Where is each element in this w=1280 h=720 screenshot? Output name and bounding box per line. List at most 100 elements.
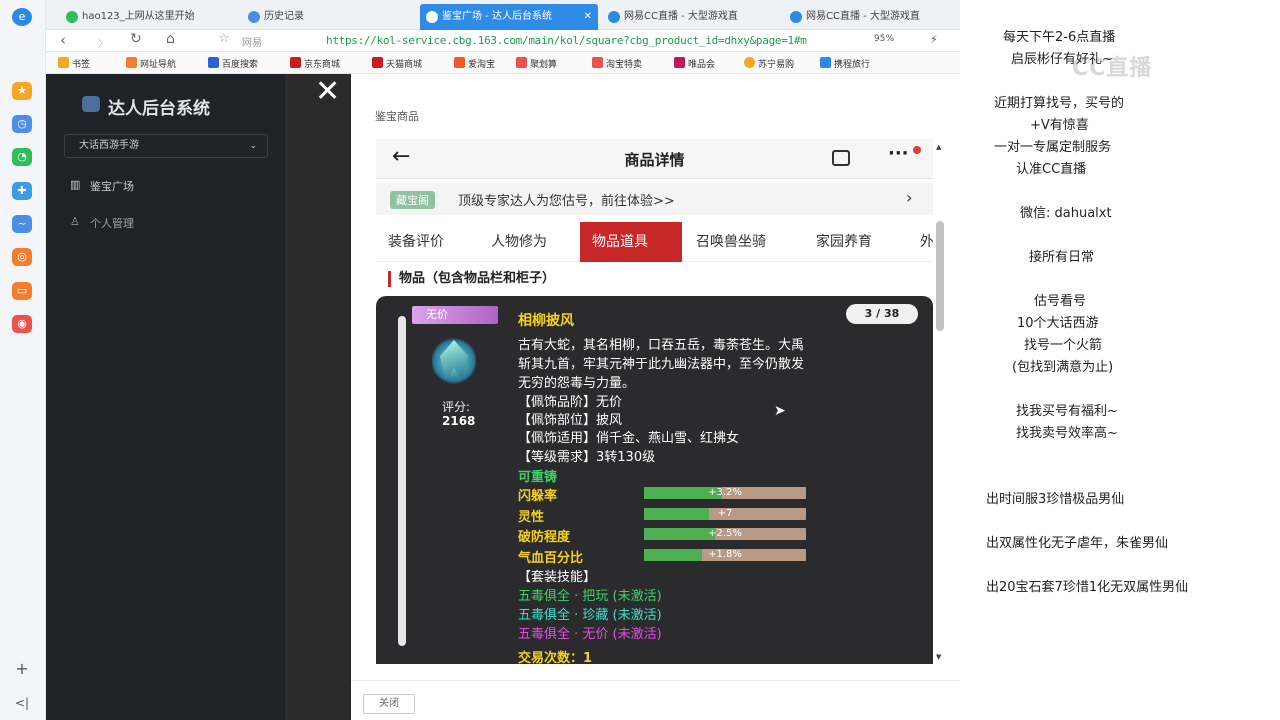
stream-line: (包找到满意为止) bbox=[1012, 360, 1114, 375]
bookmark-item[interactable]: 百度搜索 bbox=[208, 57, 258, 70]
item-name: 相柳披风 bbox=[518, 313, 574, 329]
weibo-icon[interactable]: ~ bbox=[12, 215, 32, 233]
stream-line: 启辰彬仔有好礼~ bbox=[1011, 52, 1113, 67]
stream-line: 出双属性化无子虐年，朱雀男仙 bbox=[986, 536, 1169, 551]
tab-cc-live-2[interactable]: 网易CC直播 - 大型游戏直 bbox=[784, 4, 954, 30]
scroll-down-icon[interactable]: ▼ bbox=[936, 653, 941, 661]
stream-line: 找号一个火箭 bbox=[1024, 338, 1103, 353]
favorites-icon[interactable]: ★ bbox=[12, 82, 32, 100]
bookmark-item[interactable]: 书签 bbox=[58, 57, 90, 70]
mouse-cursor: ➤ bbox=[774, 403, 786, 419]
bookmark-item[interactable]: 携程旅行 bbox=[820, 57, 870, 70]
stream-line: 认准CC直播 bbox=[1016, 162, 1087, 177]
history-icon[interactable]: ◷ bbox=[12, 115, 32, 133]
section-title: 物品（包含物品栏和柜子） bbox=[388, 271, 555, 287]
close-tab-icon[interactable]: ✕ bbox=[584, 4, 592, 30]
trade-count: 交易次数：1 bbox=[518, 651, 593, 664]
stream-line: 找我卖号效率高~ bbox=[1016, 426, 1118, 441]
tab-cc-live-1[interactable]: 网易CC直播 - 大型游戏直 bbox=[602, 4, 772, 30]
item-card: 无价 评分: 2168 相柳披风 3 / 38 古有大蛇，其名相柳，口吞五岳，毒… bbox=[376, 296, 933, 664]
back-icon[interactable]: ‹ bbox=[60, 31, 66, 49]
hao123-icon bbox=[66, 11, 78, 23]
browser-logo-icon[interactable]: e bbox=[12, 8, 32, 26]
games-icon[interactable]: ✚ bbox=[12, 182, 32, 200]
stream-line: 出时间服3珍惜极品男仙 bbox=[986, 492, 1125, 507]
tab-cultivation[interactable]: 人物修为 bbox=[479, 222, 559, 262]
item-counter: 3 / 38 bbox=[846, 304, 918, 324]
game-select-value: 大话西游手游 bbox=[79, 140, 139, 151]
item-desc-line: 古有大蛇，其名相柳，口吞五岳，毒荼苍生。大禹 bbox=[518, 338, 805, 353]
bookmark-item[interactable]: 聚划算 bbox=[516, 57, 557, 70]
refresh-icon[interactable]: ↻ bbox=[130, 31, 142, 47]
tab-pets[interactable]: 召唤兽坐骑 bbox=[684, 222, 778, 262]
attr-value: +3.2% bbox=[708, 487, 742, 498]
stream-line: 近期打算找号，买号的 bbox=[994, 96, 1125, 111]
card-scrollbar[interactable] bbox=[398, 316, 406, 646]
bookmark-item[interactable]: 唯品会 bbox=[674, 57, 715, 70]
scroll-thumb[interactable] bbox=[936, 221, 944, 331]
address-bar: ‹ 〉 ↻ ⌂ ☆ 网易 https://kol-service.cbg.163… bbox=[46, 30, 960, 52]
collapse-icon[interactable]: <| bbox=[12, 694, 32, 712]
attr-bar: +3.2% bbox=[644, 487, 806, 499]
lightning-icon[interactable]: ⚡ bbox=[930, 33, 938, 46]
sidebar-item-square[interactable]: ▥ 鉴宝广场 bbox=[70, 178, 134, 194]
attr-name: 灵性 bbox=[518, 510, 545, 525]
promo-badge: 藏宝阁 bbox=[390, 191, 435, 209]
tab-kol-square[interactable]: 鉴宝广场 - 达人后台系统 ✕ bbox=[420, 4, 598, 30]
tab-label: 网易CC直播 - 大型游戏直 bbox=[806, 11, 920, 22]
more-icon[interactable]: ··· bbox=[888, 143, 909, 164]
tab-history[interactable]: 历史记录 bbox=[242, 4, 402, 30]
set-skill-3: 五毒俱全 · 无价 (未激活) bbox=[518, 627, 662, 642]
close-icon[interactable]: ✕ bbox=[315, 77, 340, 107]
share-icon[interactable] bbox=[832, 150, 850, 166]
app-logo-icon bbox=[82, 96, 100, 112]
attr-bar: +1.8% bbox=[644, 549, 806, 561]
search-tool-icon[interactable]: ◎ bbox=[12, 248, 32, 266]
game-select[interactable]: 大话西游手游 ⌄ bbox=[64, 134, 268, 158]
attr-value: +2.5% bbox=[708, 528, 742, 539]
star-icon[interactable]: ☆ bbox=[218, 31, 230, 46]
detail-scrollbar[interactable]: ▲ ▼ bbox=[934, 139, 946, 664]
bookmark-item[interactable]: 苏宁易购 bbox=[744, 57, 794, 70]
home-icon[interactable]: ⌂ bbox=[166, 31, 175, 47]
bookmark-item[interactable]: 京东商城 bbox=[290, 57, 340, 70]
sidebar-item-profile[interactable]: ♙ 个人管理 bbox=[70, 215, 134, 231]
bookmark-item[interactable]: 爱淘宝 bbox=[454, 57, 495, 70]
bookmark-item[interactable]: 网址导航 bbox=[126, 57, 176, 70]
tab-bar: hao123_上网从这里开始 历史记录 鉴宝广场 - 达人后台系统 ✕ 网易CC直… bbox=[46, 0, 960, 30]
bank-icon: ▥ bbox=[70, 178, 81, 191]
tab-equipment[interactable]: 装备评价 bbox=[376, 222, 456, 262]
stream-line: 一对一专属定制服务 bbox=[994, 140, 1112, 155]
scroll-up-icon[interactable]: ▲ bbox=[936, 143, 941, 151]
tab-hao123[interactable]: hao123_上网从这里开始 bbox=[60, 4, 238, 30]
app-title: 达人后台系统 bbox=[108, 99, 210, 119]
tab-more[interactable]: 外 bbox=[908, 222, 933, 262]
globe-icon bbox=[426, 11, 438, 23]
set-skill-title: 【套装技能】 bbox=[518, 570, 597, 585]
item-prop: 【佩饰部位】披风 bbox=[518, 413, 623, 428]
item-detail-view: ← 商品详情 ··· 藏宝阁 顶级专家达人为您估号，前往体验>> › 装备评价 … bbox=[376, 139, 933, 664]
zoom-level[interactable]: 95% bbox=[874, 34, 894, 44]
item-desc-line: 斩其九首，牢其元神于此九幽法器中，至今仍散发 bbox=[518, 357, 805, 372]
bookmark-item[interactable]: 淘宝特卖 bbox=[592, 57, 642, 70]
wechat-icon[interactable]: ◔ bbox=[12, 148, 32, 166]
history-tab-icon bbox=[248, 11, 260, 23]
notes-icon[interactable]: ▭ bbox=[12, 282, 32, 300]
tab-items[interactable]: 物品道具 bbox=[580, 222, 682, 262]
bookmark-item[interactable]: 天猫商城 bbox=[372, 57, 422, 70]
detail-tabs: 装备评价 人物修为 物品道具 召唤兽坐骑 家园养育 外 bbox=[376, 222, 933, 262]
close-button[interactable]: 关闭 bbox=[363, 694, 415, 714]
url-input[interactable]: https://kol-service.cbg.163.com/main/kol… bbox=[326, 34, 807, 47]
item-prop: 【佩饰品阶】无价 bbox=[518, 395, 623, 410]
item-prop: 【佩饰适用】俏千金、燕山雪、红拂女 bbox=[518, 431, 740, 446]
tab-label: 网易CC直播 - 大型游戏直 bbox=[624, 11, 738, 22]
stream-info-panel: CC直播 每天下午2-6点直播 启辰彬仔有好礼~ 近期打算找号，买号的 +V有惊… bbox=[960, 0, 1280, 720]
stream-line: +V有惊喜 bbox=[1030, 118, 1089, 133]
recast-label: 可重铸 bbox=[518, 470, 558, 485]
add-icon[interactable]: + bbox=[12, 660, 32, 678]
tab-home[interactable]: 家园养育 bbox=[804, 222, 884, 262]
forward-icon[interactable]: 〉 bbox=[98, 35, 108, 50]
promo-banner[interactable]: 藏宝阁 顶级专家达人为您估号，前往体验>> › bbox=[376, 183, 933, 215]
video-icon[interactable]: ◉ bbox=[12, 315, 32, 333]
user-icon: ♙ bbox=[70, 215, 80, 228]
